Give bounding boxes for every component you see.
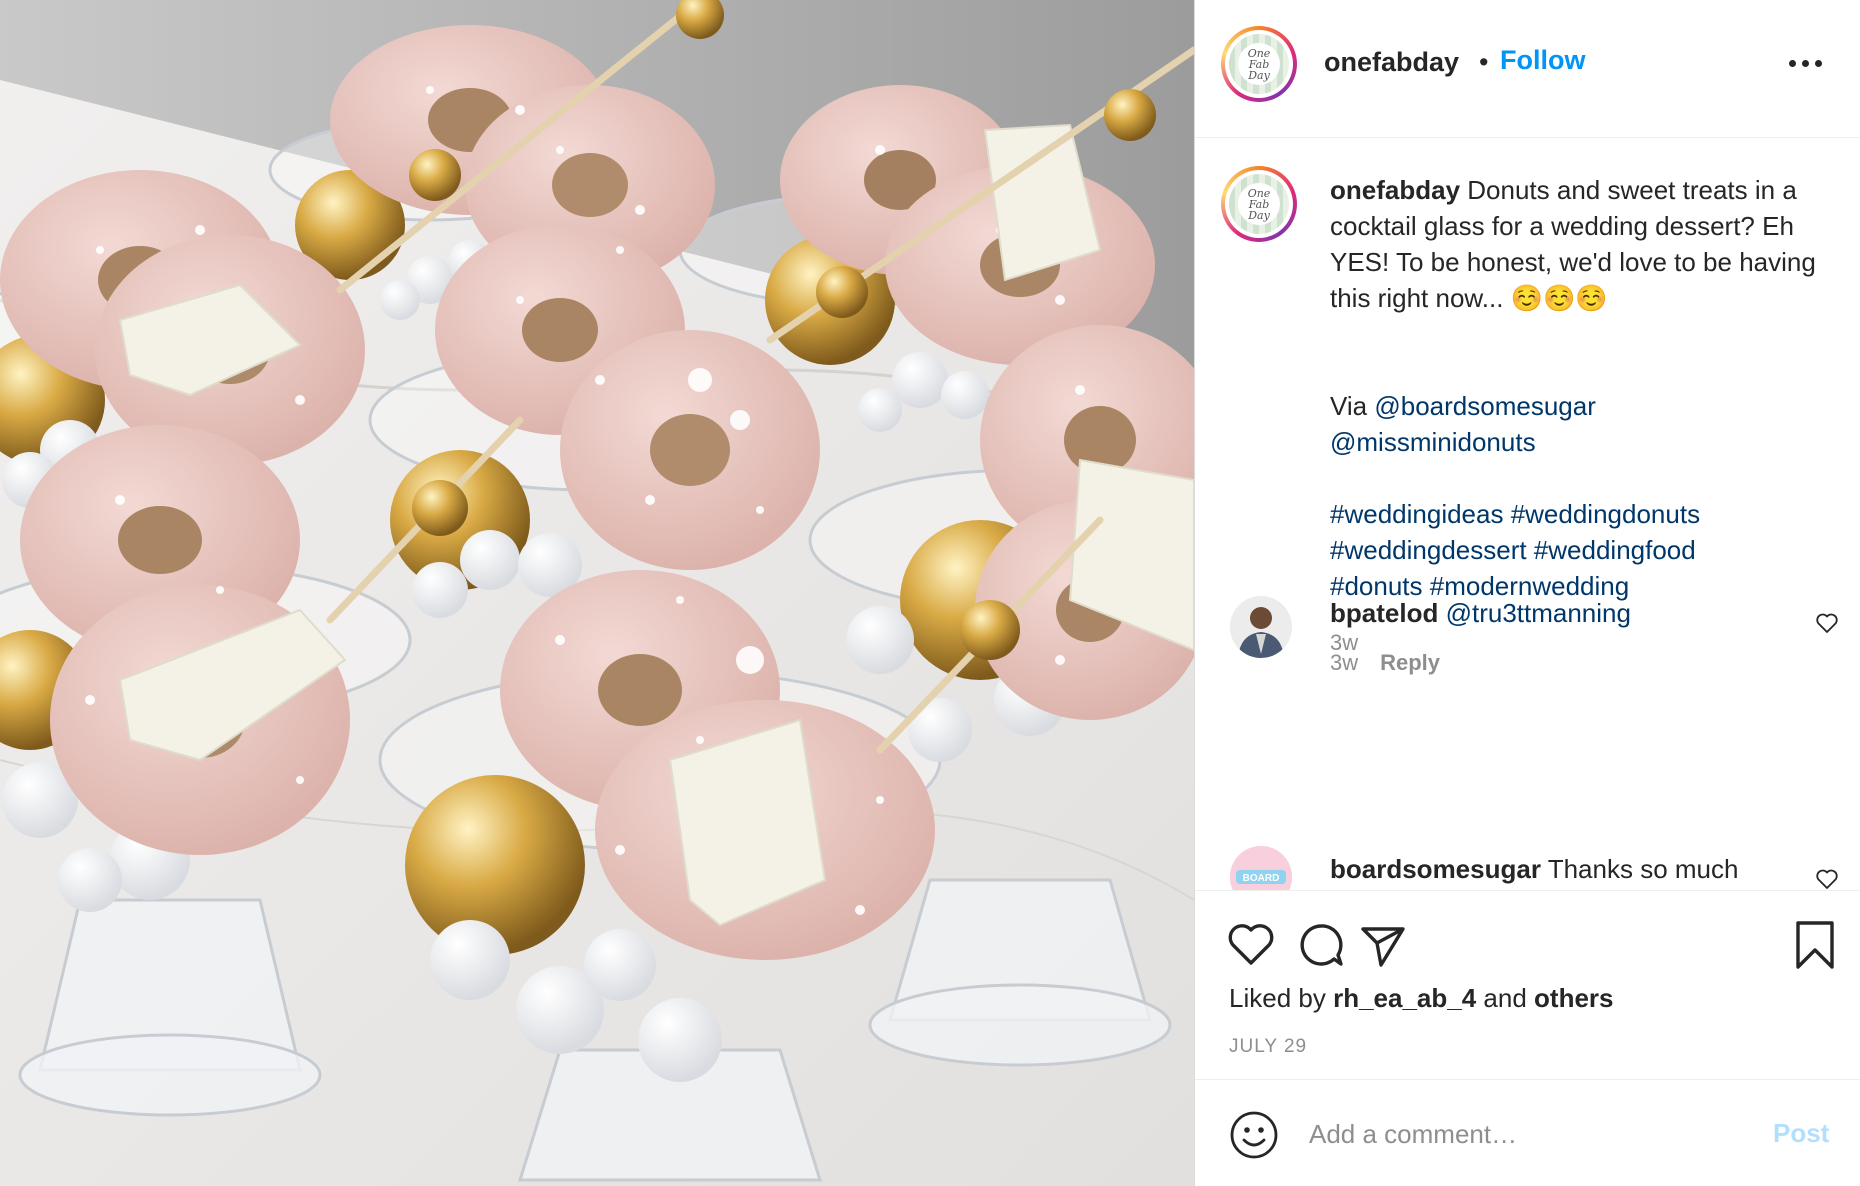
avatar-brand-text: BOARD — [1243, 873, 1280, 884]
comment-icon[interactable] — [1295, 919, 1347, 971]
post-actions: Liked by rh_ea_ab_4 and others JULY 29 — [1195, 890, 1860, 1079]
follow-button[interactable]: Follow — [1500, 45, 1585, 76]
comment-meta: 3w Reply — [1330, 650, 1440, 676]
comment-row: boardsomesugar Thanks so much — [1330, 854, 1738, 885]
hashtag-links[interactable]: #weddingdessert #weddingfood — [1330, 535, 1696, 565]
comment-input[interactable] — [1309, 1110, 1739, 1158]
avatar-logo-text: One Fab Day — [1238, 183, 1280, 225]
donuts-photo — [0, 0, 1194, 1186]
comment-row: bpatelod @tru3ttmanning — [1330, 598, 1631, 629]
likes-summary: Liked by rh_ea_ab_4 and others — [1229, 983, 1614, 1014]
caption-avatar[interactable]: One Fab Day — [1221, 166, 1297, 242]
hashtag-links[interactable]: #donuts #modernwedding — [1330, 571, 1629, 601]
likes-and: and — [1483, 983, 1527, 1013]
person-avatar-icon — [1230, 596, 1292, 658]
commenter-avatar[interactable]: BOARD — [1230, 846, 1292, 890]
hashtag-links[interactable]: #weddingideas #weddingdonuts — [1330, 499, 1700, 529]
avatar-image: One Fab Day — [1229, 174, 1289, 234]
smiley-icon[interactable] — [1229, 1110, 1279, 1160]
author-username[interactable]: onefabday — [1324, 47, 1459, 78]
likes-prefix: Liked by — [1229, 983, 1326, 1013]
add-comment-bar: Post — [1195, 1079, 1860, 1186]
comment-timestamp[interactable]: 3w — [1330, 650, 1358, 675]
avatar-border: One Fab Day — [1225, 30, 1293, 98]
mention-link[interactable]: @missminidonuts — [1330, 427, 1536, 457]
commenter-avatar[interactable] — [1230, 596, 1292, 658]
comments-section[interactable]: One Fab Day onefabday Donuts and sweet t… — [1195, 138, 1860, 890]
send-icon[interactable] — [1357, 919, 1409, 971]
heart-icon[interactable] — [1225, 919, 1277, 971]
bookmark-icon[interactable] — [1789, 919, 1841, 971]
comment-text: Thanks so much — [1547, 854, 1739, 884]
brand-avatar-icon: BOARD — [1230, 846, 1292, 890]
post-image[interactable] — [0, 0, 1194, 1186]
comment-like-icon[interactable] — [1815, 868, 1839, 890]
avatar-image: One Fab Day — [1229, 34, 1289, 94]
comment-mention[interactable]: @tru3ttmanning — [1446, 598, 1631, 628]
mention-link[interactable]: @boardsomesugar — [1374, 391, 1596, 421]
avatar-logo-text: One Fab Day — [1238, 43, 1280, 85]
via-label: Via — [1330, 391, 1368, 421]
liker-username[interactable]: rh_ea_ab_4 — [1333, 983, 1476, 1013]
author-avatar[interactable]: One Fab Day — [1221, 26, 1297, 102]
header-separator: • — [1479, 47, 1489, 77]
more-options-icon[interactable] — [1789, 52, 1823, 72]
post-comment-button[interactable]: Post — [1773, 1118, 1829, 1149]
post-date[interactable]: JULY 29 — [1229, 1036, 1307, 1058]
caption-username[interactable]: onefabday — [1330, 175, 1460, 205]
post-header: One Fab Day onefabday • Follow — [1195, 0, 1860, 138]
comment-username[interactable]: bpatelod — [1330, 598, 1438, 628]
avatar-border: One Fab Day — [1225, 170, 1293, 238]
post-caption: onefabday Donuts and sweet treats in a c… — [1330, 172, 1840, 604]
post-sidebar: One Fab Day onefabday • Follow One Fab D… — [1194, 0, 1860, 1186]
likes-others-link[interactable]: others — [1534, 983, 1613, 1013]
comment-like-icon[interactable] — [1815, 612, 1839, 634]
comment-username[interactable]: boardsomesugar — [1330, 854, 1541, 884]
reply-button[interactable]: Reply — [1380, 650, 1440, 675]
